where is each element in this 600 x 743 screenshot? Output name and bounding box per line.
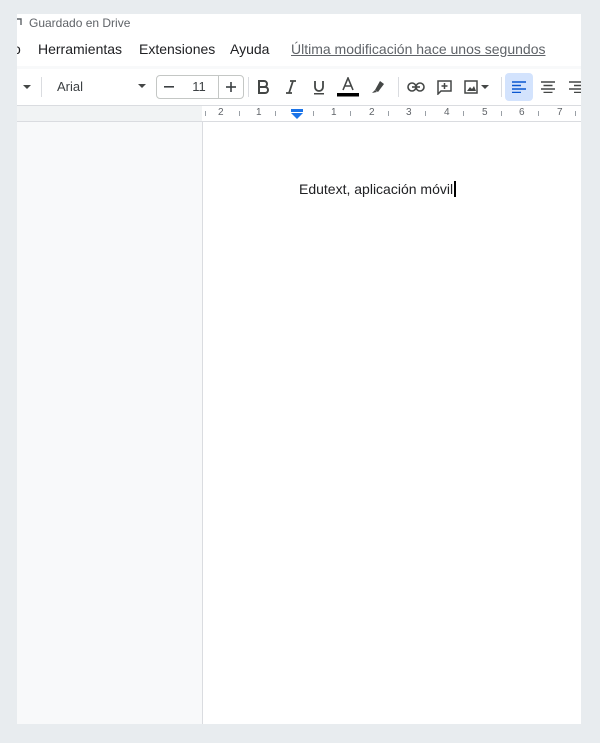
- align-right-icon: [569, 81, 581, 93]
- underline-button[interactable]: [305, 73, 333, 101]
- ruler-number: 6: [519, 107, 525, 118]
- ruler-number: 2: [218, 107, 224, 118]
- ruler-number: 4: [444, 107, 450, 118]
- ruler-tick: [463, 111, 464, 116]
- menu-item-formato[interactable]: o: [17, 41, 21, 57]
- ruler-number: 3: [406, 107, 412, 118]
- ruler-number: 5: [482, 107, 488, 118]
- text-color-button[interactable]: [334, 73, 362, 101]
- align-center-icon: [541, 81, 555, 93]
- cloud-saved-icon: [17, 18, 22, 25]
- highlighter-icon: [372, 81, 384, 93]
- menu-bar: o Herramientas Extensiones Ayuda Última …: [17, 32, 581, 66]
- ruler-tick: [425, 111, 426, 116]
- italic-icon: [286, 80, 296, 94]
- font-family-value: Arial: [57, 79, 84, 94]
- add-comment-button[interactable]: [430, 73, 458, 101]
- indent-marker-icon[interactable]: [291, 109, 303, 119]
- save-status-text: Guardado en Drive: [29, 16, 131, 30]
- menu-item-herramientas[interactable]: Herramientas: [38, 41, 122, 57]
- increase-font-size-button[interactable]: [218, 75, 244, 99]
- ruler-tick: [205, 111, 206, 116]
- font-size-stepper: 11: [156, 75, 244, 99]
- comment-icon: [436, 79, 452, 95]
- document-body[interactable]: Edutext, aplicación móvil: [299, 181, 456, 197]
- ruler-number: 7: [557, 107, 563, 118]
- chevron-down-icon: [138, 84, 146, 88]
- ruler-tick: [313, 111, 314, 116]
- ruler-tick: [388, 111, 389, 116]
- align-left-icon: [512, 81, 526, 93]
- image-icon: [464, 80, 489, 94]
- ruler-tick: [575, 111, 576, 116]
- docs-window: Guardado en Drive o Herramientas Extensi…: [17, 14, 581, 724]
- toolbar: Arial 11: [17, 69, 581, 105]
- ruler-number: 1: [331, 107, 337, 118]
- ruler-number: 2: [369, 107, 375, 118]
- save-status-bar: Guardado en Drive: [17, 14, 581, 32]
- toolbar-divider: [41, 77, 42, 97]
- text-cursor: [454, 181, 456, 197]
- link-icon: [407, 82, 425, 92]
- font-size-input[interactable]: 11: [180, 75, 218, 99]
- toolbar-divider: [501, 77, 502, 97]
- document-text: Edutext, aplicación móvil: [299, 181, 454, 197]
- ruler-tick: [239, 111, 240, 116]
- style-dropdown-caret-icon[interactable]: [17, 73, 41, 101]
- ruler-tick: [275, 111, 276, 116]
- ruler-tick: [501, 111, 502, 116]
- minus-icon: [164, 86, 174, 88]
- underline-icon: [314, 80, 324, 94]
- ruler-tick: [350, 111, 351, 116]
- menu-item-ayuda[interactable]: Ayuda: [230, 41, 269, 57]
- insert-image-button[interactable]: [459, 73, 495, 101]
- plus-icon: [226, 82, 236, 92]
- align-right-button[interactable]: [562, 73, 581, 101]
- menu-item-extensiones[interactable]: Extensiones: [139, 41, 215, 57]
- align-center-button[interactable]: [534, 73, 562, 101]
- bold-button[interactable]: [249, 73, 277, 101]
- bold-icon: [258, 80, 269, 94]
- insert-link-button[interactable]: [402, 73, 430, 101]
- toolbar-divider: [398, 77, 399, 97]
- font-family-select[interactable]: Arial: [57, 77, 147, 97]
- last-modified-link[interactable]: Última modificación hace unos segundos: [291, 41, 545, 57]
- italic-button[interactable]: [277, 73, 305, 101]
- horizontal-ruler[interactable]: 2 1 1 2 3 4 5 6 7: [17, 105, 581, 122]
- document-page[interactable]: Edutext, aplicación móvil: [202, 122, 581, 724]
- ruler-number: 1: [256, 107, 262, 118]
- align-left-button[interactable]: [505, 73, 533, 101]
- decrease-font-size-button[interactable]: [156, 75, 182, 99]
- text-color-icon: [337, 77, 359, 97]
- ruler-tick: [538, 111, 539, 116]
- highlight-button[interactable]: [364, 73, 392, 101]
